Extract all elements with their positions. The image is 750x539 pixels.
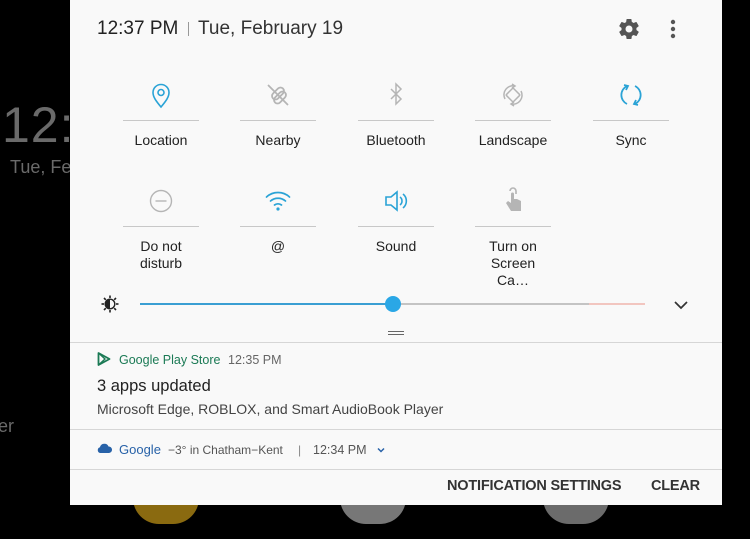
- weather-separator: |: [298, 443, 302, 457]
- tile-label: Turn on Screen Ca…: [489, 238, 537, 288]
- tile-label: @: [270, 238, 286, 254]
- tile-screen-capture[interactable]: Turn on Screen Ca…: [475, 186, 551, 289]
- weather-info: −3° in Chatham−Kent: [168, 443, 283, 457]
- tile-divider: [123, 120, 199, 121]
- brightness-icon: [101, 295, 119, 313]
- notification-play-store[interactable]: Google Play Store 12:35 PM 3 apps update…: [70, 343, 722, 429]
- background-clock: 12:: [2, 97, 75, 153]
- rotation-icon: [503, 83, 523, 107]
- chevron-down-icon[interactable]: [672, 296, 690, 314]
- brightness-control: [70, 288, 722, 320]
- background-app-label: er: [0, 416, 15, 436]
- notification-time: 12:34 PM: [313, 443, 367, 457]
- wifi-icon: [265, 191, 291, 211]
- tile-label: Do not disturb: [139, 238, 183, 271]
- tile-do-not-disturb[interactable]: Do not disturb: [123, 186, 199, 272]
- tile-label: Nearby: [255, 132, 301, 148]
- header-time: 12:37 PM: [97, 18, 179, 39]
- brightness-slider[interactable]: [140, 296, 645, 312]
- tile-label: Sound: [375, 238, 417, 254]
- cloud-icon: [97, 443, 112, 453]
- divider: [70, 469, 722, 470]
- tile-label: Sync: [615, 132, 647, 148]
- sync-icon: [620, 84, 642, 106]
- tile-location[interactable]: Location: [123, 80, 199, 149]
- tile-nearby[interactable]: Nearby: [240, 80, 316, 149]
- brightness-slider-thumb[interactable]: [384, 296, 401, 312]
- tile-divider: [123, 226, 199, 227]
- header-date: Tue, February 19: [198, 18, 344, 39]
- panel-drag-handle[interactable]: [388, 330, 404, 336]
- do-not-disturb-icon: [149, 189, 173, 213]
- notification-app-name: Google: [119, 442, 161, 457]
- notification-title: 3 apps updated: [97, 377, 211, 395]
- tile-divider: [240, 226, 316, 227]
- tile-wifi[interactable]: @: [240, 186, 316, 255]
- brightness-slider-warm-range: [589, 303, 645, 305]
- tile-divider: [240, 120, 316, 121]
- tile-bluetooth[interactable]: Bluetooth: [358, 80, 434, 149]
- notification-panel: 12:37 PM Tue, February 19 Location Nearb…: [70, 0, 722, 505]
- notification-body: Microsoft Edge, ROBLOX, and Smart AudioB…: [97, 401, 444, 417]
- brightness-slider-fill: [140, 303, 393, 305]
- tile-label: Landscape: [478, 132, 548, 148]
- notification-app-name: Google Play Store: [119, 353, 221, 367]
- touch-icon: [506, 187, 521, 211]
- play-store-icon: [97, 352, 111, 366]
- tile-sync[interactable]: Sync: [593, 80, 669, 149]
- notification-time: 12:35 PM: [228, 353, 282, 367]
- notification-settings-button[interactable]: NOTIFICATION SETTINGS: [447, 478, 622, 494]
- tile-label: Bluetooth: [366, 132, 426, 148]
- tile-label: Location: [134, 132, 188, 148]
- tile-divider: [358, 226, 434, 227]
- header-separator: [188, 22, 189, 36]
- tile-sound[interactable]: Sound: [358, 186, 434, 255]
- location-pin-icon: [152, 83, 170, 109]
- more-vert-icon[interactable]: [666, 17, 680, 41]
- nearby-share-icon: [267, 84, 289, 106]
- expand-chevron-icon[interactable]: [375, 444, 387, 456]
- tile-landscape[interactable]: Landscape: [475, 80, 551, 149]
- tile-divider: [593, 120, 669, 121]
- tile-divider: [358, 120, 434, 121]
- speaker-icon: [385, 190, 408, 212]
- gear-icon[interactable]: [617, 17, 641, 41]
- panel-header: 12:37 PM Tue, February 19: [70, 0, 722, 58]
- background-date: Tue, Fe: [10, 157, 72, 177]
- tile-divider: [475, 120, 551, 121]
- bluetooth-icon: [390, 82, 403, 106]
- notification-google-weather[interactable]: Google −3° in Chatham−Kent | 12:34 PM: [70, 430, 722, 469]
- tile-divider: [475, 226, 551, 227]
- clear-button[interactable]: CLEAR: [651, 478, 700, 494]
